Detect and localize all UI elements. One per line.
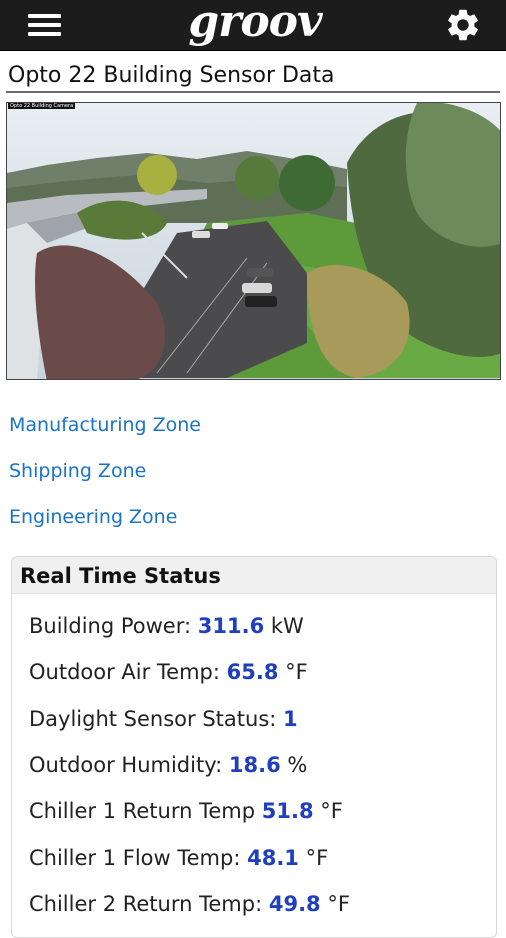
status-value: 48.1 [247,846,299,870]
status-unit: °F [320,799,343,823]
status-value: 49.8 [268,892,321,916]
status-value: 18.6 [228,753,281,777]
title-divider [6,91,500,93]
status-unit: °F [327,892,350,916]
status-panel-title: Real Time Status [12,557,496,594]
status-row-chiller1-return: Chiller 1 Return Temp 51.8 °F [29,799,343,823]
status-label: Chiller 2 Return Temp: [29,892,263,916]
status-unit: °F [285,660,308,684]
status-value: 65.8 [226,660,279,684]
link-engineering-zone[interactable]: Engineering Zone [9,506,177,528]
camera-scene [7,103,500,379]
status-row-daylight-sensor: Daylight Sensor Status: 1 [29,707,298,731]
status-label: Chiller 1 Flow Temp: [29,846,241,870]
status-value: 311.6 [197,614,265,638]
status-label: Outdoor Air Temp: [29,660,220,684]
real-time-status-panel: Real Time Status Building Power: 311.6 k… [11,556,497,938]
link-shipping-zone[interactable]: Shipping Zone [9,460,146,482]
status-label: Daylight Sensor Status: [29,707,277,731]
top-app-bar: groov [0,0,506,51]
status-value: 51.8 [261,799,314,823]
status-value: 1 [283,707,298,731]
status-label: Chiller 1 Return Temp [29,799,256,823]
status-row-outdoor-humidity: Outdoor Humidity: 18.6 % [29,753,307,777]
status-row-outdoor-air-temp: Outdoor Air Temp: 65.8 °F [29,660,308,684]
status-label: Building Power: [29,614,192,638]
status-label: Outdoor Humidity: [29,753,223,777]
status-unit: % [287,753,308,777]
status-row-building-power: Building Power: 311.6 kW [29,614,304,638]
camera-timestamp-label: Opto 22 Building Camera [8,103,76,109]
status-unit: kW [270,614,304,638]
hamburger-menu-icon[interactable] [22,11,66,41]
status-row-chiller1-flow: Chiller 1 Flow Temp: 48.1 °F [29,846,328,870]
gear-icon[interactable] [444,6,482,44]
status-unit: °F [305,846,329,870]
groov-logo: groov [188,0,322,47]
page-title: Opto 22 Building Sensor Data [8,63,335,88]
status-row-chiller2-return: Chiller 2 Return Temp: 49.8 °F [29,892,350,916]
camera-feed-image: Opto 22 Building Camera [6,102,501,380]
link-manufacturing-zone[interactable]: Manufacturing Zone [9,414,201,436]
